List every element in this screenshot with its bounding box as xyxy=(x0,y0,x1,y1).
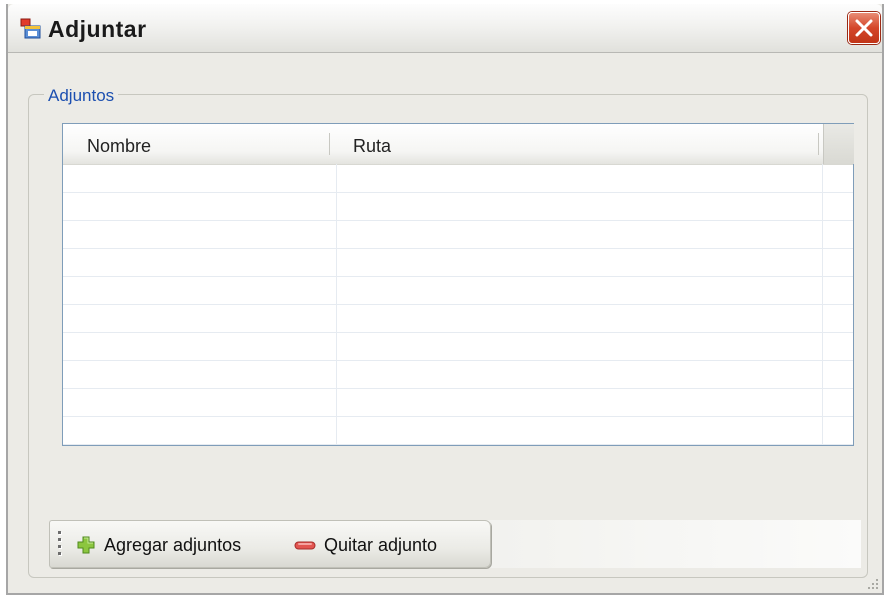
toolstrip-panel: Agregar adjuntos Quitar adjunto xyxy=(49,520,861,568)
close-button[interactable] xyxy=(848,12,880,44)
header-filler xyxy=(823,124,854,164)
table-row[interactable] xyxy=(63,193,853,221)
groupbox-label: Adjuntos xyxy=(44,86,119,106)
add-attachments-label: Agregar adjuntos xyxy=(104,534,242,555)
column-separator[interactable] xyxy=(818,133,819,155)
window-title: Adjuntar xyxy=(48,16,147,42)
table-row[interactable] xyxy=(63,249,853,277)
app-window-icon xyxy=(20,18,41,39)
column-header-ruta[interactable]: Ruta xyxy=(353,124,391,164)
column-gridline xyxy=(336,164,337,445)
column-header-nombre[interactable]: Nombre xyxy=(87,124,151,164)
column-gridline xyxy=(822,164,823,445)
column-separator[interactable] xyxy=(329,133,330,155)
close-icon xyxy=(855,19,873,37)
toolbar-grip-handle[interactable] xyxy=(58,531,62,559)
attachments-toolbar: Agregar adjuntos Quitar adjunto xyxy=(49,520,491,568)
table-row[interactable] xyxy=(63,305,853,333)
table-row[interactable] xyxy=(63,277,853,305)
table-row[interactable] xyxy=(63,221,853,249)
table-row[interactable] xyxy=(63,165,853,193)
grid-header: Nombre Ruta xyxy=(63,124,854,165)
table-row[interactable] xyxy=(63,333,853,361)
plus-icon xyxy=(77,536,95,554)
remove-attachment-button[interactable]: Quitar adjunto xyxy=(294,521,437,569)
attachments-grid[interactable]: Nombre Ruta xyxy=(62,123,854,446)
title-bar[interactable]: Adjuntar xyxy=(8,4,882,53)
table-row[interactable] xyxy=(63,389,853,417)
remove-attachment-label: Quitar adjunto xyxy=(324,534,438,555)
resize-grip[interactable] xyxy=(866,577,880,591)
table-row[interactable] xyxy=(63,361,853,389)
minus-icon xyxy=(294,541,316,550)
add-attachments-button[interactable]: Agregar adjuntos xyxy=(76,521,241,569)
table-row[interactable] xyxy=(63,417,853,445)
